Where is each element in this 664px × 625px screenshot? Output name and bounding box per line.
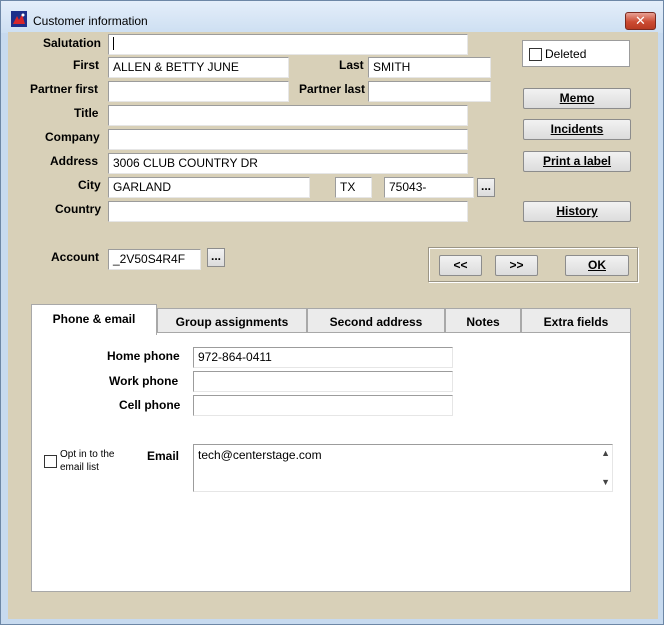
account-label: Account <box>51 250 99 264</box>
country-field[interactable] <box>108 201 468 222</box>
window-title: Customer information <box>33 14 148 28</box>
cell-phone-label: Cell phone <box>119 398 181 412</box>
title-field[interactable] <box>108 105 468 126</box>
tab-notes[interactable]: Notes <box>445 308 521 334</box>
company-label: Company <box>45 130 100 144</box>
deleted-label: Deleted <box>545 47 587 61</box>
previous-record-button[interactable]: << <box>439 255 482 276</box>
account-field[interactable]: _2V50S4R4F <box>108 249 201 270</box>
opt-in-checkbox[interactable] <box>44 455 57 468</box>
app-icon <box>11 11 27 27</box>
form-area: Salutation First ALLEN & BETTY JUNE Last… <box>8 32 658 619</box>
print-label-button[interactable]: Print a label <box>523 151 631 172</box>
first-name-field[interactable]: ALLEN & BETTY JUNE <box>108 57 289 78</box>
incidents-button[interactable]: Incidents <box>523 119 631 140</box>
address-label: Address <box>50 154 99 168</box>
email-label: Email <box>147 449 180 463</box>
zip-lookup-button[interactable]: ... <box>477 178 495 197</box>
address-field[interactable]: 3006 CLUB COUNTRY DR <box>108 153 468 174</box>
scroll-up-icon[interactable]: ▲ <box>601 448 610 458</box>
partner-first-label: Partner first <box>30 82 99 96</box>
scroll-down-icon[interactable]: ▼ <box>601 477 610 487</box>
tab-second-address[interactable]: Second address <box>307 308 445 334</box>
partner-last-label: Partner last <box>299 82 366 96</box>
partner-first-field[interactable] <box>108 81 289 102</box>
state-field[interactable]: TX <box>335 177 372 198</box>
tab-group-assignments[interactable]: Group assignments <box>157 308 307 334</box>
country-label: Country <box>55 202 101 216</box>
email-field[interactable]: tech@centerstage.com ▲ ▼ <box>193 444 613 492</box>
memo-button[interactable]: Memo <box>523 88 631 109</box>
salutation-field[interactable] <box>108 34 468 55</box>
work-phone-field[interactable] <box>193 371 453 392</box>
close-button[interactable]: ✕ <box>625 12 656 30</box>
history-button[interactable]: History <box>523 201 631 222</box>
tab-extra-fields[interactable]: Extra fields <box>521 308 631 334</box>
company-field[interactable] <box>108 129 468 150</box>
phone-email-panel: Home phone 972-864-0411 Work phone Cell … <box>31 332 631 592</box>
partner-last-field[interactable] <box>368 81 491 102</box>
customer-information-window: Customer information ✕ Salutation First … <box>0 0 664 625</box>
city-label: City <box>78 178 101 192</box>
last-name-field[interactable]: SMITH <box>368 57 491 78</box>
first-name-label: First <box>73 58 100 72</box>
title-bar[interactable]: Customer information ✕ <box>1 1 663 33</box>
close-icon: ✕ <box>635 13 646 28</box>
salutation-label: Salutation <box>43 36 102 50</box>
city-field[interactable]: GARLAND <box>108 177 310 198</box>
text-caret <box>113 37 114 50</box>
home-phone-label: Home phone <box>107 349 180 363</box>
zip-field[interactable]: 75043- <box>384 177 474 198</box>
cell-phone-field[interactable] <box>193 395 453 416</box>
ok-button[interactable]: OK <box>565 255 629 276</box>
work-phone-label: Work phone <box>109 374 179 388</box>
next-record-button[interactable]: >> <box>495 255 538 276</box>
last-name-label: Last <box>339 58 364 72</box>
deleted-container: Deleted <box>522 40 630 67</box>
title-label: Title <box>74 106 99 120</box>
home-phone-field[interactable]: 972-864-0411 <box>193 347 453 368</box>
opt-in-label: Opt in to the email list <box>60 449 115 473</box>
tab-phone-email[interactable]: Phone & email <box>31 304 157 335</box>
deleted-checkbox[interactable] <box>529 48 542 61</box>
account-lookup-button[interactable]: ... <box>207 248 225 267</box>
